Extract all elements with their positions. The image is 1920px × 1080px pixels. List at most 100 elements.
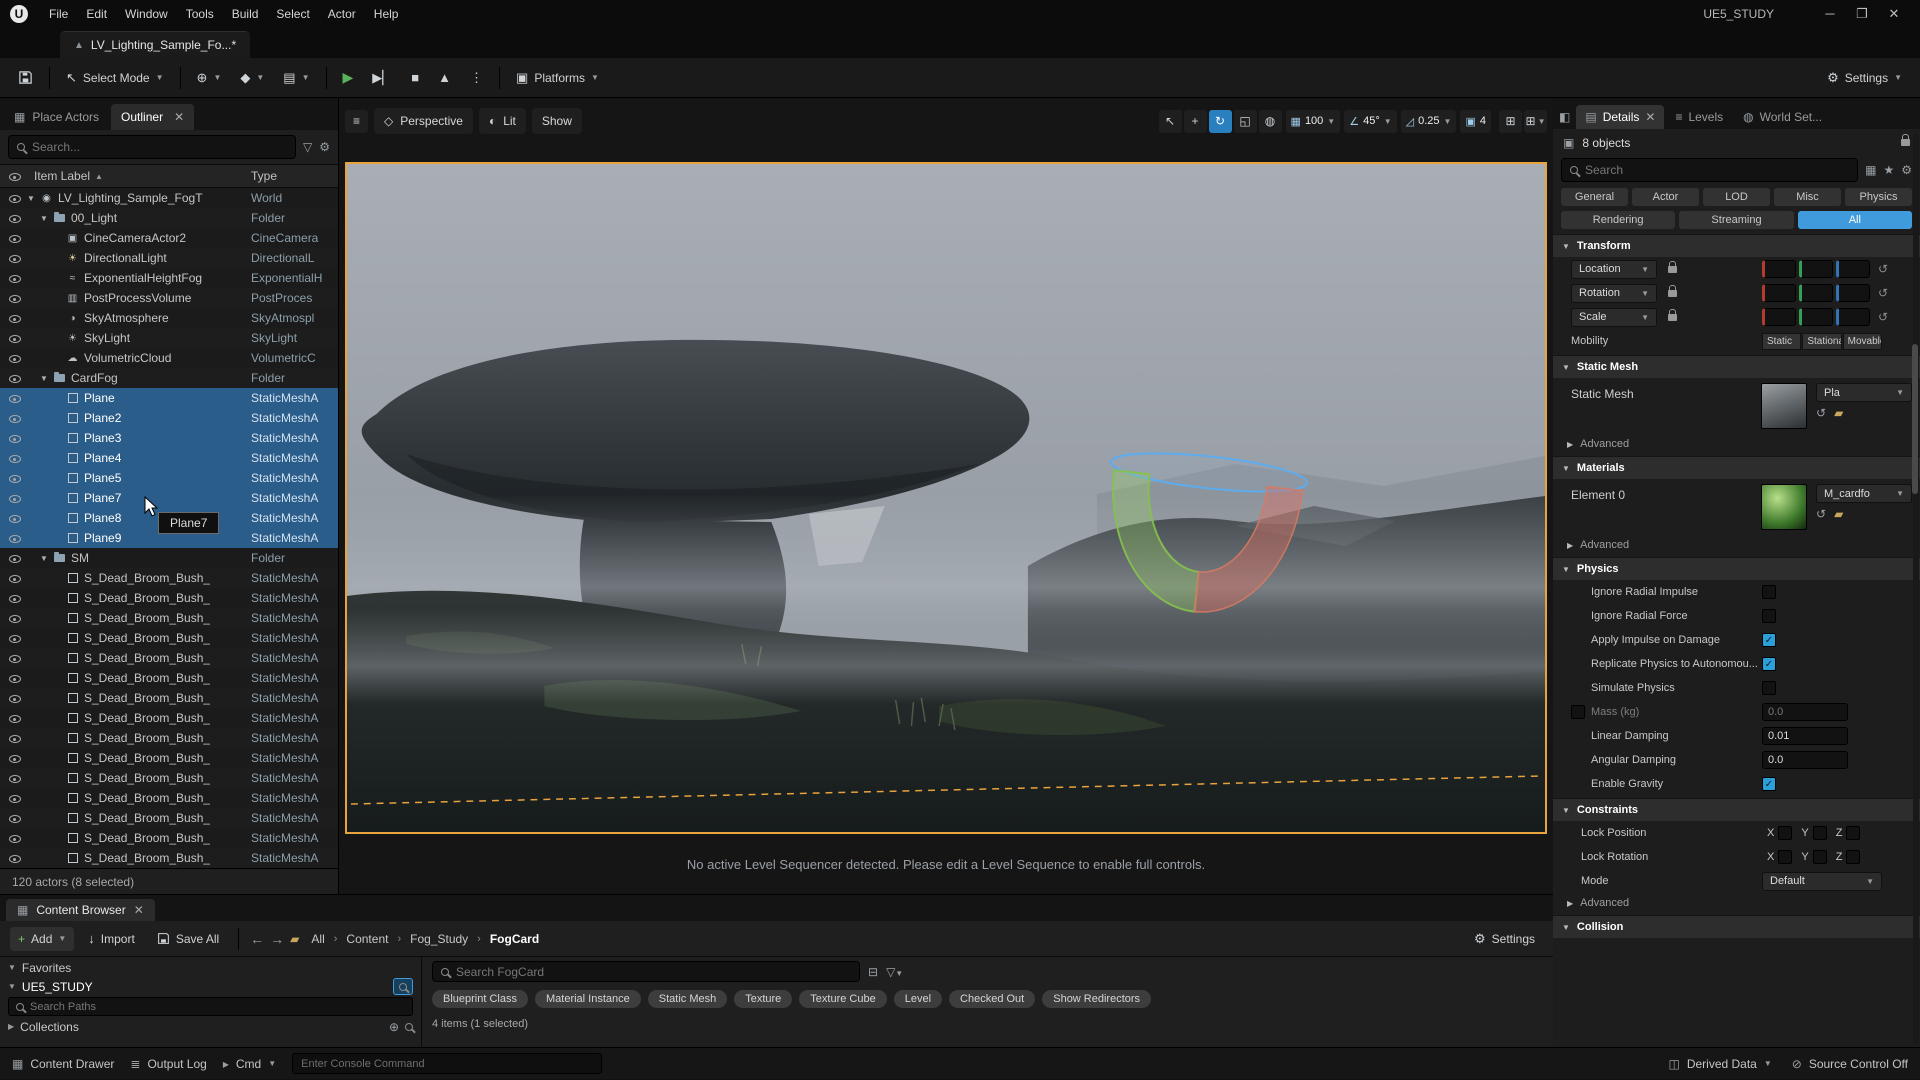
tab-levels[interactable]: ≡ Levels: [1666, 105, 1732, 129]
use-selected-icon[interactable]: ↺: [1816, 406, 1826, 420]
frame-skip-button[interactable]: ▶▏: [364, 65, 400, 91]
import-button[interactable]: ↓ Import: [80, 926, 143, 951]
camera-speed-control[interactable]: ▣ 4: [1460, 110, 1491, 133]
visibility-eye-icon[interactable]: [8, 612, 20, 624]
viewport-layout-button[interactable]: ⊞: [1499, 110, 1522, 133]
add-collection-icon[interactable]: ⊕: [389, 1020, 399, 1034]
mobility-option[interactable]: Stationary: [1802, 333, 1841, 350]
tab-details[interactable]: ▤ Details ✕: [1576, 105, 1664, 129]
filter-chip[interactable]: Static Mesh: [648, 990, 727, 1008]
expander-caret-icon[interactable]: ▼: [27, 194, 39, 203]
tab-outliner[interactable]: Outliner ✕: [111, 104, 194, 130]
level-tab[interactable]: ▲ LV_Lighting_Sample_Fo...*: [60, 31, 250, 58]
content-browser-tab[interactable]: ▦ Content Browser ✕: [6, 899, 155, 921]
details-filter-button[interactable]: Rendering: [1561, 211, 1675, 229]
visibility-eye-icon[interactable]: [8, 652, 20, 664]
outliner-row[interactable]: ▼ S_Dead_Broom_Bush_ StaticMeshA: [0, 768, 338, 788]
outliner-row[interactable]: ▼ S_Dead_Broom_Bush_ StaticMeshA: [0, 828, 338, 848]
viewport-scene[interactable]: [345, 162, 1547, 834]
derived-data-button[interactable]: ◫ Derived Data ▼: [1668, 1057, 1771, 1071]
select-tool-button[interactable]: ↖: [1159, 110, 1182, 133]
unreal-logo-icon[interactable]: U: [10, 5, 28, 23]
details-search-input[interactable]: [1561, 158, 1858, 182]
settings-dropdown[interactable]: ⚙ Settings ▼: [1819, 65, 1910, 91]
physics-value-field[interactable]: 0.01: [1762, 727, 1848, 745]
value-y[interactable]: [1799, 308, 1833, 326]
transform-axis-dropdown[interactable]: Location▼: [1571, 260, 1657, 279]
outliner-filter-icon[interactable]: ▽: [303, 140, 312, 154]
override-checkbox[interactable]: ✓: [1571, 705, 1585, 719]
physics-checkbox[interactable]: ✓: [1762, 681, 1776, 695]
column-type[interactable]: Type: [251, 169, 277, 183]
outliner-row[interactable]: ▼ DirectionalLight DirectionalL: [0, 248, 338, 268]
filter-chip[interactable]: Texture Cube: [799, 990, 886, 1008]
static-mesh-advanced[interactable]: ▶ Advanced: [1553, 434, 1920, 454]
visibility-eye-icon[interactable]: [8, 492, 20, 504]
favorites-star-icon[interactable]: ★: [1883, 163, 1894, 177]
filter-chip[interactable]: Checked Out: [949, 990, 1035, 1008]
expander-caret-icon[interactable]: ▼: [40, 214, 52, 223]
details-filter-button[interactable]: Streaming: [1679, 211, 1793, 229]
section-static-mesh[interactable]: ▼ Static Mesh: [1553, 355, 1920, 378]
restore-button[interactable]: ❐: [1846, 6, 1878, 22]
outliner-row[interactable]: ▼ S_Dead_Broom_Bush_ StaticMeshA: [0, 788, 338, 808]
details-scrollbar[interactable]: [1913, 134, 1919, 1045]
lock-rot-z-checkbox[interactable]: [1846, 850, 1860, 864]
outliner-row[interactable]: ▼ Plane7 StaticMeshA: [0, 488, 338, 508]
visibility-eye-icon[interactable]: [8, 812, 20, 824]
browse-to-icon[interactable]: ▰: [1834, 507, 1843, 521]
search-paths-input[interactable]: [8, 997, 413, 1016]
outliner-row[interactable]: ▼ S_Dead_Broom_Bush_ StaticMeshA: [0, 648, 338, 668]
menu-item[interactable]: Window: [116, 3, 177, 25]
outliner-row[interactable]: ▼ VolumetricCloud VolumetricC: [0, 348, 338, 368]
collections-row[interactable]: ▶ Collections ⊕: [8, 1017, 413, 1036]
reset-icon[interactable]: ↺: [1876, 286, 1890, 300]
platforms-dropdown[interactable]: ▣ Platforms ▼: [508, 65, 607, 91]
add-actor-dropdown[interactable]: ⊕▼: [189, 65, 230, 91]
cb-settings-button[interactable]: ⚙ Settings: [1466, 926, 1543, 952]
menu-item[interactable]: Build: [223, 3, 268, 25]
outliner-row[interactable]: ▼ S_Dead_Broom_Bush_ StaticMeshA: [0, 668, 338, 688]
value-z[interactable]: [1836, 260, 1870, 278]
visibility-eye-icon[interactable]: [8, 212, 20, 224]
outliner-row[interactable]: ▼ Plane2 StaticMeshA: [0, 408, 338, 428]
visibility-eye-icon[interactable]: [8, 752, 20, 764]
menu-item[interactable]: Select: [267, 3, 318, 25]
visibility-eye-icon[interactable]: [8, 252, 20, 264]
visibility-eye-icon[interactable]: [8, 192, 20, 204]
outliner-row[interactable]: ▼ SkyLight SkyLight: [0, 328, 338, 348]
filter-chip[interactable]: Blueprint Class: [432, 990, 528, 1008]
save-button[interactable]: [10, 65, 41, 90]
save-all-button[interactable]: Save All: [149, 927, 227, 951]
breadcrumb-item[interactable]: Content: [346, 932, 388, 946]
mobility-option[interactable]: Movable: [1843, 333, 1882, 350]
outliner-row[interactable]: ▼ S_Dead_Broom_Bush_ StaticMeshA: [0, 728, 338, 748]
mode-dropdown[interactable]: Default▼: [1762, 872, 1882, 891]
perspective-dropdown[interactable]: ◇ Perspective: [374, 108, 473, 134]
visibility-column-eye-icon[interactable]: [8, 170, 20, 182]
viewport-menu-button[interactable]: ≡: [345, 110, 368, 133]
details-filter-button[interactable]: LOD: [1703, 188, 1770, 206]
outliner-row[interactable]: ▼ 00_Light Folder: [0, 208, 338, 228]
breadcrumb-item[interactable]: All: [311, 932, 324, 946]
menu-item[interactable]: File: [40, 3, 77, 25]
value-x[interactable]: [1762, 308, 1796, 326]
value-y[interactable]: [1799, 260, 1833, 278]
visibility-eye-icon[interactable]: [8, 692, 20, 704]
panel-dock-icon[interactable]: ◧: [1559, 110, 1570, 124]
details-settings-icon[interactable]: ⚙: [1901, 163, 1912, 177]
show-dropdown[interactable]: Show: [532, 108, 582, 134]
scale-lock-icon[interactable]: [1668, 266, 1677, 273]
visibility-eye-icon[interactable]: [8, 292, 20, 304]
lock-icon[interactable]: [1901, 139, 1910, 146]
visibility-eye-icon[interactable]: [8, 732, 20, 744]
filter-chip[interactable]: Level: [894, 990, 942, 1008]
visibility-eye-icon[interactable]: [8, 272, 20, 284]
details-filter-button[interactable]: General: [1561, 188, 1628, 206]
filter-chip[interactable]: Material Instance: [535, 990, 641, 1008]
visibility-eye-icon[interactable]: [8, 572, 20, 584]
visibility-eye-icon[interactable]: [8, 372, 20, 384]
close-icon[interactable]: ✕: [134, 903, 144, 917]
expander-caret-icon[interactable]: ▼: [40, 374, 52, 383]
outliner-row[interactable]: ▼ CineCameraActor2 CineCamera: [0, 228, 338, 248]
